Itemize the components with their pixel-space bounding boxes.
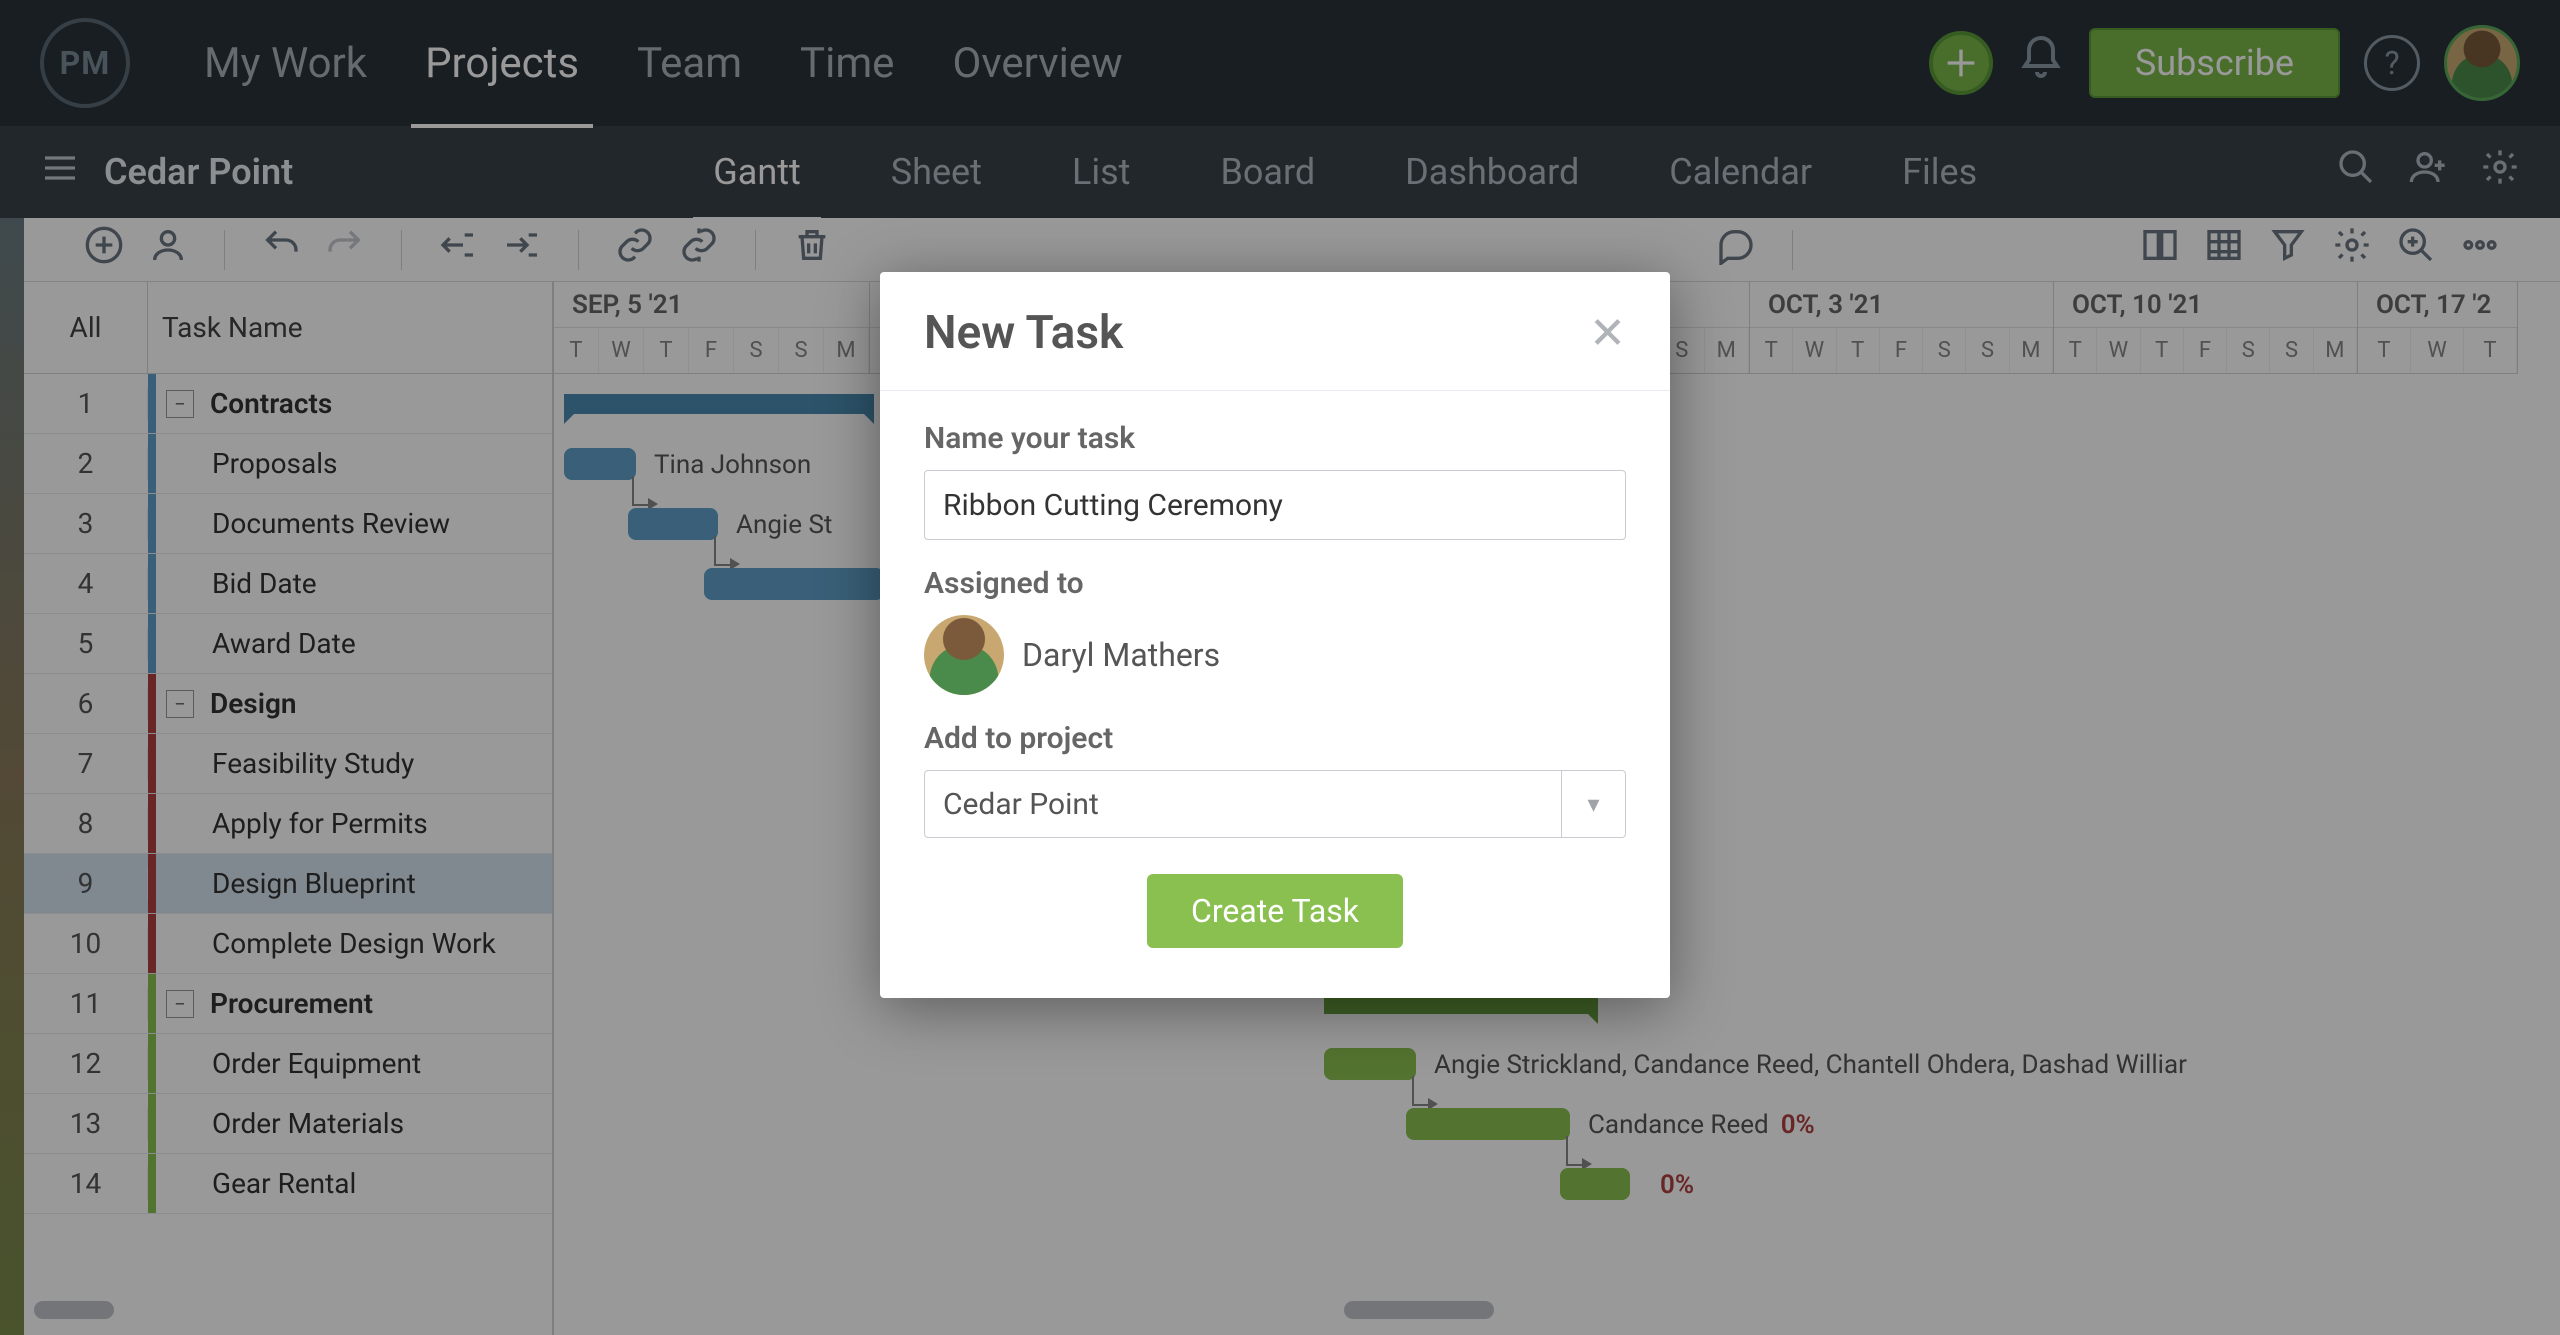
new-task-modal: New Task ✕ Name your task Assigned to Da… [880, 272, 1670, 998]
modal-title: New Task [924, 306, 1123, 360]
assignee-name: Daryl Mathers [1022, 636, 1220, 674]
close-icon[interactable]: ✕ [1589, 307, 1626, 359]
assigned-to-label: Assigned to [924, 566, 1626, 601]
project-select[interactable]: Cedar Point ▾ [924, 770, 1626, 838]
assignee-row[interactable]: Daryl Mathers [924, 615, 1626, 695]
chevron-down-icon: ▾ [1561, 771, 1625, 837]
create-task-button[interactable]: Create Task [1147, 874, 1403, 948]
project-select-value: Cedar Point [925, 771, 1561, 837]
project-label: Add to project [924, 721, 1626, 756]
task-name-label: Name your task [924, 421, 1626, 456]
task-name-input[interactable] [924, 470, 1626, 540]
assignee-avatar [924, 615, 1004, 695]
